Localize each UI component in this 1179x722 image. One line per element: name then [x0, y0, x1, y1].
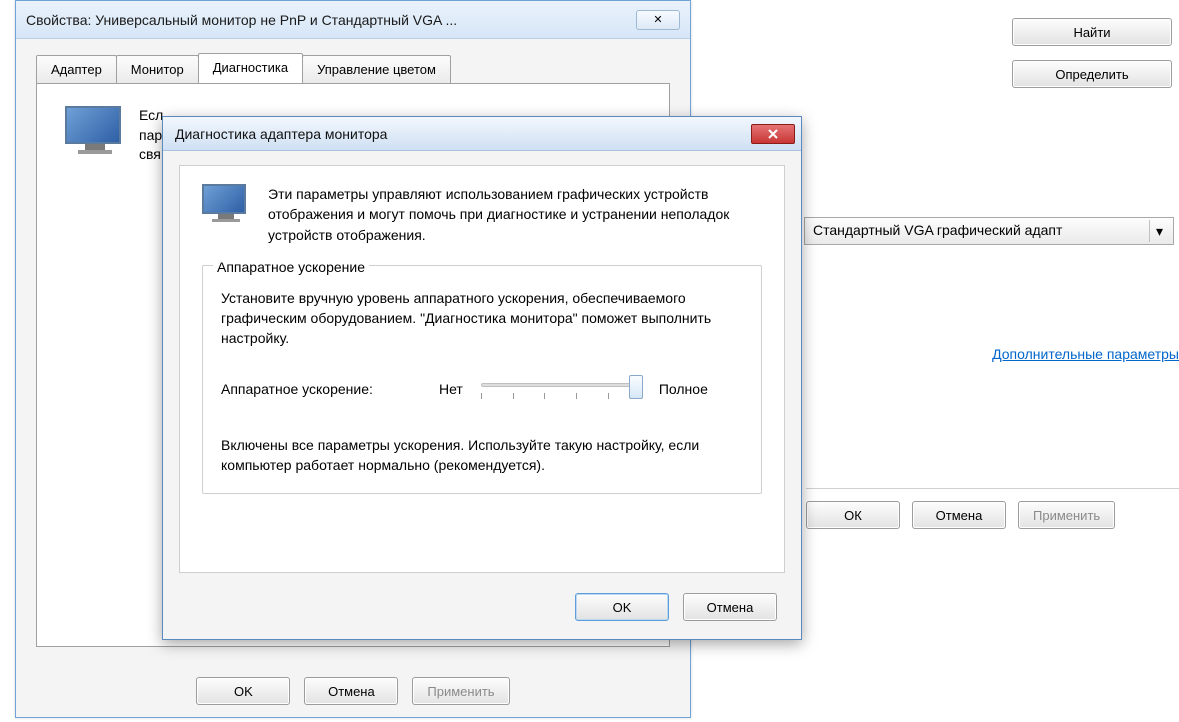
- properties-title: Свойства: Универсальный монитор не PnP и…: [26, 12, 636, 28]
- props-ok-button[interactable]: OK: [196, 677, 290, 705]
- slider-thumb[interactable]: [629, 375, 643, 399]
- hardware-acceleration-group: Аппаратное ускорение Установите вручную …: [202, 265, 762, 494]
- slider-min-label: Нет: [439, 379, 463, 399]
- slider-max-label: Полное: [659, 379, 708, 399]
- slider-track: [481, 383, 641, 387]
- adapter-dropdown-value: Стандартный VGA графический адапт: [813, 222, 1062, 238]
- advanced-settings-link[interactable]: Дополнительные параметры: [992, 346, 1179, 362]
- close-icon[interactable]: ✕: [636, 10, 680, 30]
- slider-ticks: [481, 393, 641, 399]
- diagnostics-dialog-title: Диагностика адаптера монитора: [175, 126, 751, 142]
- monitor-icon: [202, 184, 250, 224]
- detect-button[interactable]: Определить: [1012, 60, 1172, 88]
- tab-color-management[interactable]: Управление цветом: [302, 55, 451, 83]
- tab-adapter[interactable]: Адаптер: [36, 55, 117, 83]
- diagnostics-dialog: Диагностика адаптера монитора Эти параме…: [162, 116, 802, 640]
- bg-apply-button: Применить: [1018, 501, 1115, 529]
- props-cancel-button[interactable]: Отмена: [304, 677, 398, 705]
- tab-monitor[interactable]: Монитор: [116, 55, 199, 83]
- close-button[interactable]: [751, 124, 795, 144]
- diagnostics-description: Есл пар свя: [139, 106, 163, 165]
- diagnostics-titlebar: Диагностика адаптера монитора: [163, 117, 801, 151]
- slider-label: Аппаратное ускорение:: [221, 379, 421, 399]
- tab-strip: Адаптер Монитор Диагностика Управление ц…: [36, 53, 670, 83]
- tab-diagnostics[interactable]: Диагностика: [198, 53, 303, 83]
- diag-cancel-button[interactable]: Отмена: [683, 593, 777, 621]
- text-line: свя: [139, 145, 163, 165]
- separator: [806, 488, 1179, 489]
- diagnostics-content: Эти параметры управляют использованием г…: [179, 165, 785, 573]
- intro-text: Эти параметры управляют использованием г…: [268, 184, 762, 245]
- chevron-down-icon: ▾: [1149, 220, 1169, 242]
- acceleration-slider[interactable]: [481, 375, 641, 403]
- text-line: Есл: [139, 106, 163, 126]
- group-title: Аппаратное ускорение: [213, 257, 369, 277]
- find-button[interactable]: Найти: [1012, 18, 1172, 46]
- status-text: Включены все параметры ускорения. Исполь…: [221, 435, 743, 476]
- bg-ok-button[interactable]: ОК: [806, 501, 900, 529]
- close-icon: [766, 128, 780, 140]
- diag-ok-button[interactable]: OK: [575, 593, 669, 621]
- adapter-dropdown[interactable]: Стандартный VGA графический адапт ▾: [804, 217, 1174, 245]
- monitor-icon: [65, 106, 125, 156]
- group-description: Установите вручную уровень аппаратного у…: [221, 288, 743, 349]
- properties-titlebar: Свойства: Универсальный монитор не PnP и…: [16, 1, 690, 39]
- bg-cancel-button[interactable]: Отмена: [912, 501, 1006, 529]
- text-line: пар: [139, 126, 163, 146]
- props-apply-button: Применить: [412, 677, 509, 705]
